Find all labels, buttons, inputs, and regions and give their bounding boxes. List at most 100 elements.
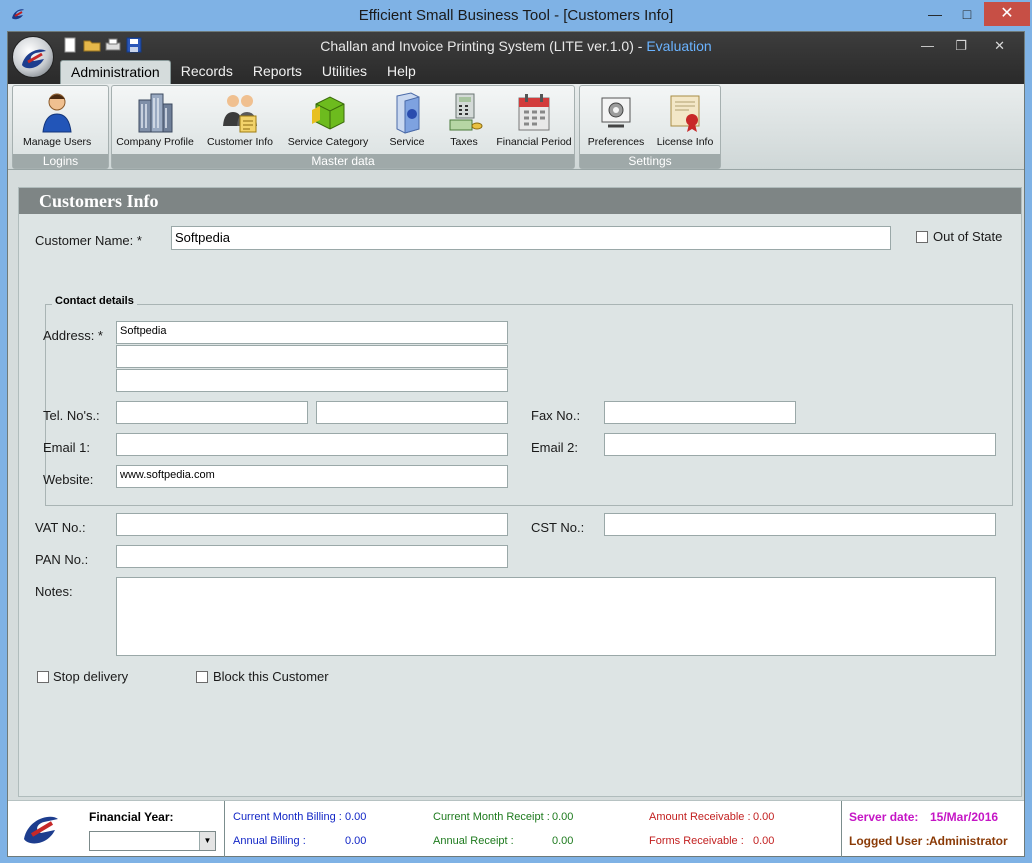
email-1-input[interactable]	[116, 433, 508, 456]
customer-name-label: Customer Name: *	[35, 233, 142, 248]
customers-icon	[223, 95, 257, 133]
customer-name-input[interactable]: Softpedia	[171, 226, 891, 250]
menu-utilities[interactable]: Utilities	[312, 60, 377, 84]
current-month-billing-value: 0.00	[345, 811, 367, 823]
menu-records[interactable]: Records	[171, 60, 243, 84]
service-category-button[interactable]: Service Category	[284, 90, 372, 148]
license-info-button[interactable]: License Info	[652, 90, 718, 148]
annual-billing-value: 0.00	[345, 835, 367, 847]
financial-year-label: Financial Year:	[89, 810, 174, 824]
group-label-settings: Settings	[580, 154, 720, 168]
logged-user-label: Logged User :	[849, 834, 930, 848]
stop-delivery-checkbox[interactable]	[37, 671, 49, 683]
contact-details-legend: Contact details	[52, 295, 137, 307]
form-header: Customers Info	[19, 188, 1021, 214]
window-titlebar[interactable]: Efficient Small Business Tool - [Custome…	[0, 0, 1032, 31]
server-date-value: 15/Mar/2016	[930, 810, 999, 824]
block-customer-label: Block this Customer	[213, 669, 329, 684]
fax-label: Fax No.:	[531, 408, 581, 423]
amount-receivable-label: Amount Receivable :	[649, 811, 751, 823]
ribbon-group-settings: Preferences License Info Settings	[579, 85, 721, 169]
current-month-billing-label: Current Month Billing :	[233, 811, 342, 823]
status-separator	[224, 801, 225, 857]
address-line-2-input[interactable]	[116, 345, 508, 368]
menu-administration[interactable]: Administration	[60, 60, 171, 84]
website-input[interactable]: www.softpedia.com	[116, 465, 508, 488]
inner-close-button[interactable]: ✕	[994, 38, 1005, 54]
group-label-master-data: Master data	[112, 154, 574, 168]
maximize-button[interactable]: □	[952, 2, 982, 26]
vat-label: VAT No.:	[35, 520, 86, 535]
form-title: Customers Info	[39, 191, 159, 211]
ribbon-titlebar: Challan and Invoice Printing System (LIT…	[8, 32, 1024, 84]
cst-label: CST No.:	[531, 520, 585, 535]
out-of-state-checkbox[interactable]	[916, 231, 928, 243]
financial-period-button[interactable]: Financial Period	[494, 90, 574, 148]
email-2-input[interactable]	[604, 433, 996, 456]
address-line-3-input[interactable]	[116, 369, 508, 392]
company-logo-icon	[24, 816, 58, 844]
ribbon-group-master-data: Company Profile Customer Info Service Ca…	[111, 85, 575, 169]
current-month-receipt-label: Current Month Receipt :	[433, 811, 550, 823]
menu-reports[interactable]: Reports	[243, 60, 312, 84]
preferences-button[interactable]: Preferences	[582, 90, 650, 148]
website-label: Website:	[43, 472, 94, 487]
calendar-icon	[518, 94, 550, 131]
inner-restore-button[interactable]: ❐	[955, 38, 967, 54]
box-icon	[396, 92, 420, 134]
annual-billing-label: Annual Billing :	[233, 835, 306, 847]
amount-receivable-value: 0.00	[753, 811, 775, 823]
notes-textarea[interactable]	[116, 577, 996, 656]
logged-user-value: Administrator	[929, 834, 1008, 848]
ribbon-group-logins: Manage Users Logins	[12, 85, 109, 169]
minimize-button[interactable]: —	[920, 2, 950, 26]
stop-delivery-label: Stop delivery	[53, 669, 129, 684]
group-label-logins: Logins	[13, 154, 108, 168]
calculator-icon	[449, 93, 483, 131]
fax-input[interactable]	[604, 401, 796, 424]
menu-help[interactable]: Help	[377, 60, 426, 84]
status-separator	[841, 801, 842, 857]
user-icon	[42, 93, 72, 133]
edition-label: Evaluation	[646, 38, 712, 54]
annual-receipt-value: 0.00	[552, 835, 574, 847]
address-line-1-input[interactable]: Softpedia	[116, 321, 508, 344]
window-title: Efficient Small Business Tool - [Custome…	[358, 7, 674, 24]
pan-label: PAN No.:	[35, 552, 89, 567]
address-label: Address: *	[43, 328, 103, 343]
out-of-state-label: Out of State	[933, 229, 1003, 244]
notes-label: Notes:	[35, 584, 73, 599]
email-1-label: Email 1:	[43, 440, 90, 455]
cst-input[interactable]	[604, 513, 996, 536]
close-button[interactable]: ✕	[984, 2, 1030, 26]
certificate-icon	[670, 95, 700, 132]
building-icon	[138, 93, 173, 133]
forms-receivable-label: Forms Receivable :	[649, 835, 744, 847]
block-customer-checkbox[interactable]	[196, 671, 208, 683]
forms-receivable-value: 0.00	[753, 835, 775, 847]
manage-users-button[interactable]: Manage Users	[23, 90, 91, 148]
taxes-button[interactable]: Taxes	[440, 90, 488, 148]
annual-receipt-label: Annual Receipt :	[433, 835, 514, 847]
pan-input[interactable]	[116, 545, 508, 568]
customer-info-button[interactable]: Customer Info	[202, 90, 278, 148]
chevron-down-icon[interactable]: ▼	[199, 832, 215, 850]
status-bar: Financial Year: ▼ Current Month Billing …	[8, 800, 1024, 857]
customers-info-form: Customers Info Customer Name: * Softpedi…	[18, 187, 1022, 797]
vat-input[interactable]	[116, 513, 508, 536]
ribbon: Manage Users Logins Company Profile Cust…	[8, 84, 1024, 170]
tel-1-input[interactable]	[116, 401, 308, 424]
app-title: Challan and Invoice Printing System (LIT…	[320, 38, 712, 54]
email-2-label: Email 2:	[531, 440, 578, 455]
tel-2-input[interactable]	[316, 401, 508, 424]
app-frame: Challan and Invoice Printing System (LIT…	[7, 31, 1025, 857]
server-date-label: Server date:	[849, 810, 919, 824]
cube-icon	[312, 96, 345, 130]
service-button[interactable]: Service	[382, 90, 432, 148]
inner-minimize-button[interactable]: —	[921, 38, 934, 53]
preferences-icon	[601, 97, 631, 128]
financial-year-select[interactable]: ▼	[89, 831, 216, 851]
main-menu: Administration Records Reports Utilities…	[60, 60, 426, 84]
current-month-receipt-value: 0.00	[552, 811, 574, 823]
company-profile-button[interactable]: Company Profile	[112, 90, 198, 148]
